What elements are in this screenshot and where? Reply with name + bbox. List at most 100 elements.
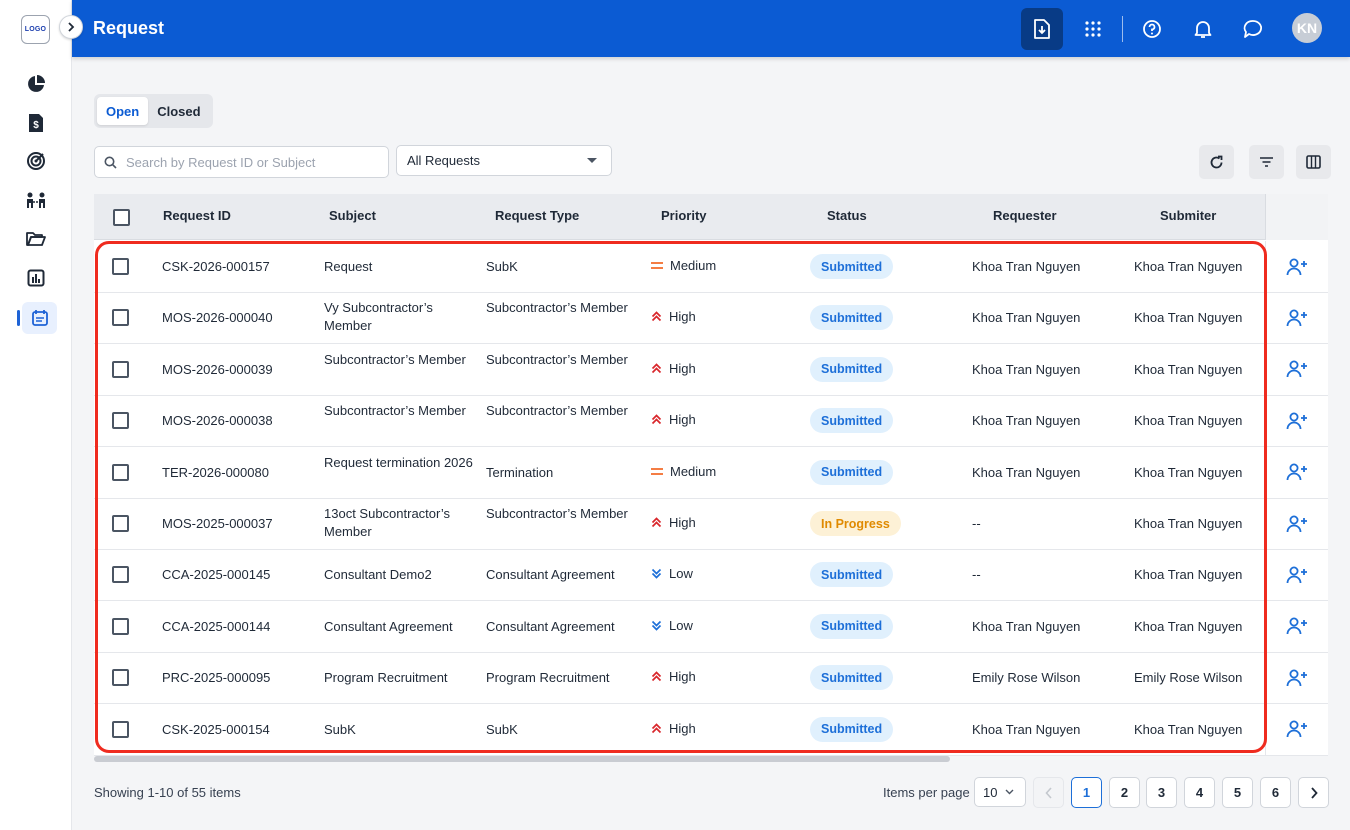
refresh-button[interactable]	[1199, 145, 1234, 179]
sidebar-item-invoice[interactable]: $	[16, 107, 56, 139]
column-header-request-id[interactable]: Request ID	[163, 208, 231, 223]
status-badge: Submitted	[810, 254, 894, 279]
notifications-button[interactable]	[1182, 8, 1224, 50]
assign-user-button[interactable]	[1265, 343, 1328, 395]
table-row[interactable]: MOS-2026-000040 Vy Subcontractor’s Member…	[94, 292, 1328, 345]
assign-user-button[interactable]	[1265, 652, 1328, 704]
priority-label: High	[669, 669, 696, 685]
cell-requester: Khoa Tran Nguyen	[972, 413, 1081, 429]
assign-user-button[interactable]	[1265, 446, 1328, 498]
chat-button[interactable]	[1232, 8, 1274, 50]
row-checkbox[interactable]	[112, 669, 129, 687]
page-title: Request	[93, 18, 165, 38]
priority-high-icon	[651, 671, 662, 682]
assign-user-button[interactable]	[1265, 703, 1328, 755]
assign-user-button[interactable]	[1265, 241, 1328, 292]
row-checkbox[interactable]	[112, 412, 129, 430]
row-checkbox[interactable]	[112, 258, 129, 275]
row-checkbox[interactable]	[112, 617, 129, 635]
cell-subject: Subcontractor’s Member	[324, 403, 466, 419]
table-row[interactable]: MOS-2026-000038 Subcontractor’s Member Sub…	[94, 395, 1328, 448]
sidebar-expand-button[interactable]	[59, 15, 83, 39]
row-checkbox[interactable]	[112, 515, 129, 532]
sidebar-item-team[interactable]	[16, 184, 56, 216]
cell-request-type: SubK	[486, 721, 518, 737]
select-all-checkbox[interactable]	[113, 209, 130, 226]
row-checkbox[interactable]	[112, 309, 129, 327]
cell-subject: Subcontractor’s Member	[324, 351, 466, 367]
invoice-icon: $	[29, 114, 43, 132]
search-input[interactable]	[126, 154, 376, 170]
cell-submitter: Khoa Tran Nguyen	[1134, 618, 1243, 634]
next-page-button[interactable]	[1298, 777, 1329, 808]
column-header-priority[interactable]: Priority	[661, 208, 707, 223]
apps-button[interactable]	[1072, 8, 1114, 50]
cell-priority: High	[651, 721, 696, 736]
cell-subject: Consultant Agreement	[324, 618, 453, 634]
download-button[interactable]	[1021, 8, 1063, 50]
table-row[interactable]: CSK-2025-000154 SubK SubK High Submitted Khoa…	[94, 703, 1328, 756]
row-checkbox[interactable]	[112, 463, 129, 481]
horizontal-scrollbar[interactable]	[94, 756, 950, 762]
priority-medium-icon	[651, 262, 663, 269]
sidebar-item-target[interactable]	[16, 145, 56, 177]
tab-closed[interactable]: Closed	[148, 97, 209, 125]
column-header-requester[interactable]: Requester	[993, 208, 1057, 223]
cell-requester: Khoa Tran Nguyen	[972, 259, 1081, 274]
user-avatar[interactable]: KN	[1292, 13, 1322, 43]
table-row[interactable]: CSK-2026-000157 Request SubK Medium Submitte…	[94, 241, 1328, 293]
page-button-4[interactable]: 4	[1184, 777, 1215, 808]
priority-high-icon	[651, 414, 662, 425]
cell-request-type: SubK	[486, 259, 518, 274]
sidebar-item-folder[interactable]	[16, 223, 56, 255]
folder-open-icon	[26, 232, 46, 246]
sidebar-item-requests[interactable]	[22, 302, 57, 334]
showing-summary: Showing 1-10 of 55 items	[94, 785, 241, 800]
items-per-page-select[interactable]: 10	[974, 777, 1026, 807]
help-button[interactable]	[1131, 8, 1173, 50]
priority-label: High	[669, 412, 696, 428]
cell-submitter: Khoa Tran Nguyen	[1134, 361, 1243, 377]
assign-user-button[interactable]	[1265, 498, 1328, 549]
page-button-2[interactable]: 2	[1109, 777, 1140, 808]
assign-user-button[interactable]	[1265, 549, 1328, 601]
row-checkbox[interactable]	[112, 720, 129, 738]
sidebar-item-report[interactable]	[16, 262, 56, 294]
cell-requester: --	[972, 567, 981, 583]
table-row[interactable]: MOS-2026-000039 Subcontractor’s Member Sub…	[94, 343, 1328, 396]
assign-user-button[interactable]	[1265, 395, 1328, 447]
column-header-request-type[interactable]: Request Type	[495, 208, 579, 223]
page-button-1[interactable]: 1	[1071, 777, 1102, 808]
table-row[interactable]: CCA-2025-000144 Consultant Agreement Consu…	[94, 600, 1328, 653]
assign-user-button[interactable]	[1265, 600, 1328, 652]
filter-button[interactable]	[1249, 145, 1284, 179]
row-checkbox[interactable]	[112, 566, 129, 584]
column-header-submitter[interactable]: Submiter	[1160, 208, 1216, 223]
table-row[interactable]: CCA-2025-000145 Consultant Demo2 Consultan…	[94, 549, 1328, 602]
cell-request-type: Consultant Agreement	[486, 618, 615, 634]
row-checkbox[interactable]	[112, 360, 129, 378]
table-row[interactable]: TER-2026-000080 Request termination 2026 T…	[94, 446, 1328, 499]
cell-subject: 13oct Subcontractor’s Member	[324, 506, 450, 539]
calendar-list-icon	[31, 310, 48, 326]
page-button-6[interactable]: 6	[1260, 777, 1291, 808]
cell-priority: Low	[651, 618, 693, 633]
chevron-left-icon	[1044, 786, 1052, 799]
priority-label: High	[669, 309, 696, 325]
prev-page-button[interactable]	[1033, 777, 1064, 808]
page-button-3[interactable]: 3	[1146, 777, 1177, 808]
add-user-icon	[1286, 720, 1307, 738]
table-row[interactable]: MOS-2025-000037 13oct Subcontractor’s Mem…	[94, 498, 1328, 550]
sidebar-item-dashboard[interactable]	[16, 68, 56, 100]
request-filter-select[interactable]: All Requests	[396, 145, 612, 176]
status-badge: Submitted	[810, 408, 894, 434]
assign-user-button[interactable]	[1265, 292, 1328, 344]
tab-open[interactable]: Open	[97, 97, 149, 125]
columns-button[interactable]	[1296, 145, 1331, 179]
column-header-subject[interactable]: Subject	[329, 208, 376, 223]
table-row[interactable]: PRC-2025-000095 Program Recruitment Progra…	[94, 652, 1328, 705]
column-header-status[interactable]: Status	[827, 208, 867, 223]
cell-priority: High	[651, 309, 696, 324]
page-button-5[interactable]: 5	[1222, 777, 1253, 808]
cell-request-id: PRC-2025-000095	[162, 670, 271, 686]
